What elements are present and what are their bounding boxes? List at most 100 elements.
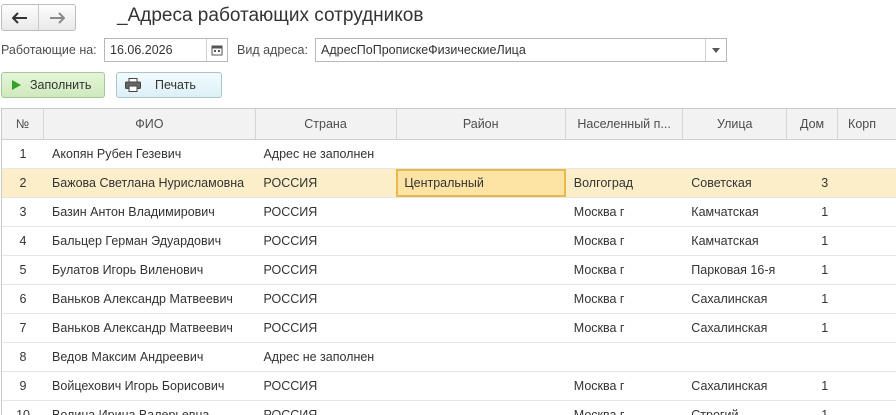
- building-cell[interactable]: [838, 372, 896, 400]
- district-cell[interactable]: [396, 372, 565, 400]
- fill-button[interactable]: Заполнить: [1, 72, 105, 98]
- street-cell[interactable]: Советская: [683, 169, 787, 197]
- row-number[interactable]: 9: [2, 372, 44, 400]
- street-cell[interactable]: Парковая 16-я: [683, 256, 787, 284]
- district-cell[interactable]: [396, 140, 565, 168]
- column-header-district[interactable]: Район: [397, 109, 566, 139]
- district-cell[interactable]: [396, 285, 565, 313]
- column-header-country[interactable]: Страна: [256, 109, 397, 139]
- column-header-house[interactable]: Дом: [787, 109, 839, 139]
- building-cell[interactable]: [838, 140, 896, 168]
- row-number[interactable]: 10: [2, 401, 44, 415]
- house-cell[interactable]: [787, 343, 838, 371]
- house-cell[interactable]: 1: [787, 285, 838, 313]
- building-cell[interactable]: [838, 343, 896, 371]
- country-cell[interactable]: РОССИЯ: [255, 314, 396, 342]
- city-cell[interactable]: Москва г: [566, 285, 684, 313]
- employee-name[interactable]: Бальцер Герман Эдуардович: [44, 227, 255, 255]
- column-header-building[interactable]: Корп: [838, 109, 896, 139]
- district-cell[interactable]: [396, 227, 565, 255]
- row-number[interactable]: 2: [2, 169, 44, 197]
- row-number[interactable]: 7: [2, 314, 44, 342]
- address-type-select[interactable]: АдресПоПропискеФизическиеЛица: [315, 38, 727, 62]
- row-number[interactable]: 1: [2, 140, 44, 168]
- table-row[interactable]: 8 Ведов Максим Андреевич Адрес не заполнен: [2, 343, 896, 372]
- table-row[interactable]: 6 Ваньков Александр Матвеевич РОССИЯ Москва…: [2, 285, 896, 314]
- district-cell[interactable]: [396, 343, 565, 371]
- employee-name[interactable]: Булатов Игорь Виленович: [44, 256, 255, 284]
- employee-name[interactable]: Волина Ирина Валерьевна: [44, 401, 255, 415]
- city-cell[interactable]: Москва г: [566, 256, 684, 284]
- dropdown-button[interactable]: [705, 39, 726, 61]
- column-header-number[interactable]: №: [2, 109, 45, 139]
- street-cell[interactable]: Сахалинская: [683, 372, 787, 400]
- district-cell[interactable]: [396, 198, 565, 226]
- district-cell[interactable]: [396, 314, 565, 342]
- calendar-button[interactable]: [206, 39, 227, 61]
- country-cell[interactable]: Адрес не заполнен: [255, 140, 396, 168]
- house-cell[interactable]: 1: [787, 372, 838, 400]
- table-row[interactable]: 10 Волина Ирина Валерьевна РОССИЯ Москва гС…: [2, 401, 896, 415]
- table-row[interactable]: 5 Булатов Игорь Виленович РОССИЯ Москва г Па…: [2, 256, 896, 285]
- country-cell[interactable]: РОССИЯ: [255, 372, 396, 400]
- house-cell[interactable]: [787, 140, 838, 168]
- street-cell[interactable]: Камчатская: [683, 227, 787, 255]
- column-header-name[interactable]: ФИО: [44, 109, 256, 139]
- row-number[interactable]: 8: [2, 343, 44, 371]
- district-cell[interactable]: [396, 401, 565, 415]
- building-cell[interactable]: [838, 169, 896, 197]
- employee-name[interactable]: Войцехович Игорь Борисович: [44, 372, 255, 400]
- country-cell[interactable]: РОССИЯ: [255, 169, 396, 197]
- row-number[interactable]: 6: [2, 285, 44, 313]
- print-button[interactable]: Печать: [116, 72, 222, 98]
- building-cell[interactable]: [838, 285, 896, 313]
- building-cell[interactable]: [838, 198, 896, 226]
- row-number[interactable]: 4: [2, 227, 44, 255]
- row-number[interactable]: 5: [2, 256, 44, 284]
- city-cell[interactable]: [566, 343, 684, 371]
- district-cell[interactable]: [396, 256, 565, 284]
- district-cell[interactable]: Центральный: [396, 169, 566, 197]
- city-cell[interactable]: Москва г: [566, 401, 684, 415]
- table-row[interactable]: 4 Бальцер Герман Эдуардович РОССИЯ Москва г…: [2, 227, 896, 256]
- table-row[interactable]: 1 Акопян Рубен Гезевич Адрес не заполнен: [2, 140, 896, 169]
- employee-name[interactable]: Базин Антон Владимирович: [44, 198, 255, 226]
- building-cell[interactable]: [838, 256, 896, 284]
- street-cell[interactable]: Строгий: [683, 401, 787, 415]
- country-cell[interactable]: РОССИЯ: [255, 256, 396, 284]
- house-cell[interactable]: 1: [787, 256, 838, 284]
- employee-name[interactable]: Ведов Максим Андреевич: [44, 343, 255, 371]
- city-cell[interactable]: Москва г: [566, 372, 684, 400]
- city-cell[interactable]: Москва г: [566, 314, 684, 342]
- country-cell[interactable]: РОССИЯ: [255, 227, 396, 255]
- employee-name[interactable]: Ваньков Александр Матвеевич: [44, 314, 255, 342]
- street-cell[interactable]: Камчатская: [683, 198, 787, 226]
- street-cell[interactable]: [683, 343, 787, 371]
- column-header-street[interactable]: Улица: [683, 109, 788, 139]
- house-cell[interactable]: 1: [787, 227, 838, 255]
- house-cell[interactable]: 1: [787, 401, 838, 415]
- city-cell[interactable]: [566, 140, 684, 168]
- employee-name[interactable]: Бажова Светлана Нурисламовна: [44, 169, 255, 197]
- city-cell[interactable]: Москва г: [566, 227, 684, 255]
- street-cell[interactable]: Сахалинская: [683, 314, 787, 342]
- country-cell[interactable]: Адрес не заполнен: [255, 343, 396, 371]
- working-on-date-field[interactable]: 16.06.2026: [104, 38, 228, 62]
- column-header-city[interactable]: Населенный п...: [566, 109, 684, 139]
- house-cell[interactable]: 1: [787, 314, 838, 342]
- row-number[interactable]: 3: [2, 198, 44, 226]
- country-cell[interactable]: РОССИЯ: [255, 401, 396, 415]
- city-cell[interactable]: Волгоград: [566, 169, 684, 197]
- city-cell[interactable]: Москва г: [566, 198, 684, 226]
- employee-name[interactable]: Ваньков Александр Матвеевич: [44, 285, 255, 313]
- country-cell[interactable]: РОССИЯ: [255, 285, 396, 313]
- table-row[interactable]: 9 Войцехович Игорь Борисович РОССИЯ Москва …: [2, 372, 896, 401]
- table-row[interactable]: 2 Бажова Светлана Нурисламовна РОССИЯ Центр…: [2, 169, 896, 198]
- house-cell[interactable]: 1: [787, 198, 838, 226]
- employee-name[interactable]: Акопян Рубен Гезевич: [44, 140, 255, 168]
- street-cell[interactable]: Сахалинская: [683, 285, 787, 313]
- building-cell[interactable]: [838, 227, 896, 255]
- building-cell[interactable]: [838, 401, 896, 415]
- building-cell[interactable]: [838, 314, 896, 342]
- house-cell[interactable]: 3: [787, 169, 838, 197]
